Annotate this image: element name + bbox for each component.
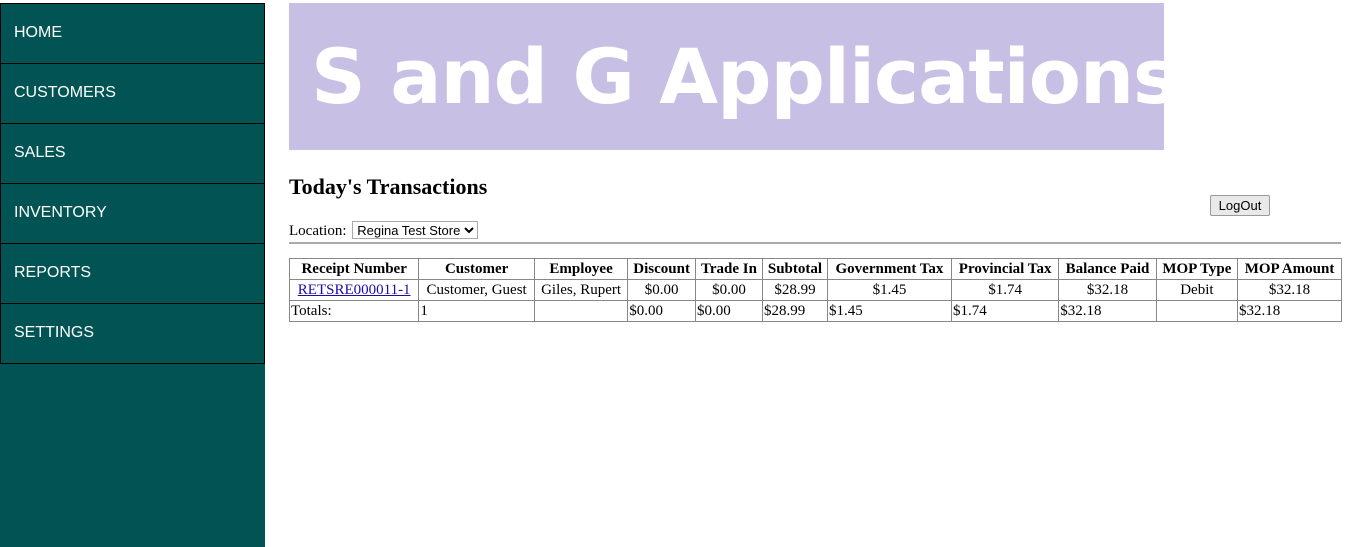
totals-cell: $1.74: [950, 300, 1060, 322]
table-cell: $0.00: [627, 279, 696, 301]
column-header: Trade In: [694, 258, 763, 280]
table-cell: $32.18: [1237, 279, 1342, 301]
column-header: Government Tax: [826, 258, 952, 280]
transactions-table: Receipt Number Customer Employee Discount Tr…: [288, 258, 1342, 322]
table-cell: Giles, Rupert: [533, 279, 629, 301]
table-cell: $32.18: [1058, 279, 1157, 301]
table-cell: $1.74: [950, 279, 1060, 301]
column-header: Customer: [418, 258, 535, 280]
table-cell: Debit: [1155, 279, 1239, 301]
receipt-link[interactable]: RETSRE000011-1: [298, 282, 411, 298]
column-header: Discount: [627, 258, 696, 280]
table-cell: Customer, Guest: [418, 279, 535, 301]
totals-cell: [533, 300, 629, 322]
totals-cell: $1.45: [826, 300, 952, 322]
nav-customers[interactable]: CUSTOMERS: [0, 63, 265, 124]
page-title: Today's Transactions: [289, 174, 488, 199]
nav-home[interactable]: HOME: [0, 3, 265, 64]
column-header: Provincial Tax: [950, 258, 1060, 280]
totals-cell: $32.18: [1058, 300, 1157, 322]
table-cell: $28.99: [761, 279, 828, 301]
nav-inventory[interactable]: INVENTORY: [0, 183, 265, 244]
totals-cell: $28.99: [761, 300, 828, 322]
app-banner-logo: S and G Applications: [289, 3, 1178, 150]
totals-cell: $0.00: [627, 300, 696, 322]
logout-button[interactable]: LogOut: [1210, 195, 1270, 216]
totals-cell: 1: [418, 300, 535, 322]
sidebar-nav: HOME CUSTOMERS SALES INVENTORY REPORTS S…: [0, 3, 265, 547]
column-header: MOP Amount: [1237, 258, 1342, 280]
totals-row: Totals: 1 $0.00 $0.00 $28.99 $1.45 $1.74 $32.18…: [288, 300, 1342, 322]
totals-cell: $0.00: [694, 300, 763, 322]
location-label: Location:: [289, 223, 347, 239]
totals-cell: Totals:: [288, 300, 420, 322]
column-header: Balance Paid: [1058, 258, 1157, 280]
divider: [289, 242, 1341, 244]
column-header: MOP Type: [1155, 258, 1239, 280]
table-cell: $1.45: [826, 279, 952, 301]
nav-settings[interactable]: SETTINGS: [0, 303, 265, 364]
totals-cell: [1155, 300, 1239, 322]
table-cell: $0.00: [694, 279, 763, 301]
table-cell: RETSRE000011-1: [288, 279, 420, 301]
nav-sales[interactable]: SALES: [0, 123, 265, 184]
column-header: Subtotal: [761, 258, 828, 280]
location-filter: Location: Regina Test Store: [289, 221, 479, 240]
totals-cell: $32.18: [1237, 300, 1342, 322]
location-select[interactable]: Regina Test Store: [352, 221, 479, 239]
nav-reports[interactable]: REPORTS: [0, 243, 265, 304]
column-header: Receipt Number: [288, 258, 420, 280]
column-header: Employee: [533, 258, 629, 280]
table-row: RETSRE000011-1 Customer, Guest Giles, Rupe…: [288, 279, 1342, 301]
